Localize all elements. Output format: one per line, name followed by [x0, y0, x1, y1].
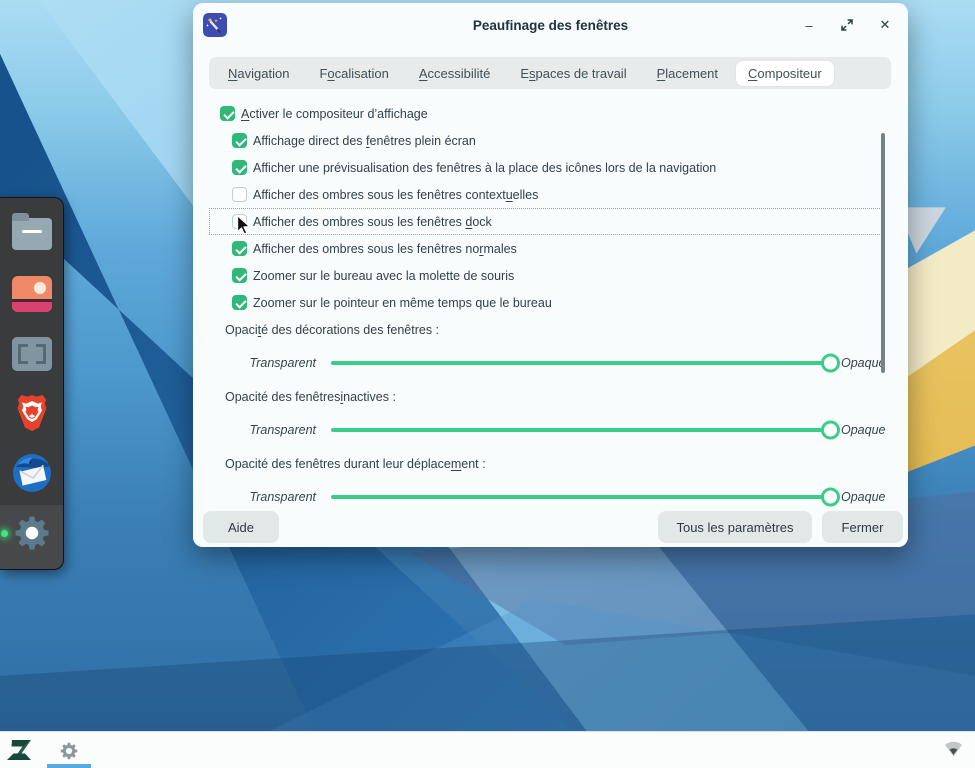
- slider-groups: Opacité des décorations des fenêtres :Tr…: [209, 316, 896, 507]
- photo-icon: [12, 276, 52, 312]
- dock: [0, 197, 64, 570]
- taskbar: [0, 731, 975, 768]
- dock-item-brave-browser[interactable]: [10, 391, 54, 435]
- tab-placement[interactable]: Placement: [645, 61, 730, 86]
- taskbar-item-settings[interactable]: [55, 738, 83, 764]
- option-label: Zoomer sur le bureau avec la molette de …: [253, 269, 514, 283]
- action-bar: Aide Tous les paramètres Fermer: [193, 507, 908, 547]
- compositor-settings-panel: Activer le compositeur d’affichage Affich…: [209, 92, 896, 507]
- opacity-group-inactive-opacity: Opacité des fenêtres inactives :Transpar…: [209, 383, 896, 450]
- slider-max-label: Opaque: [841, 423, 896, 437]
- checkbox-shadows-popup[interactable]: [232, 187, 247, 202]
- window-peaufinage-des-fenetres: Peaufinage des fenêtres – ✕ NavigationFo…: [193, 3, 908, 547]
- brave-lion-icon: [10, 391, 54, 435]
- tab-accessibilite[interactable]: Accessibilité: [407, 61, 503, 86]
- slider-min-label: Transparent: [238, 423, 316, 437]
- tab-focalisation[interactable]: Focalisation: [307, 61, 400, 86]
- screenshot-icon: [12, 337, 52, 371]
- wifi-icon[interactable]: [944, 741, 963, 758]
- opacity-group-move-opacity: Opacité des fenêtres durant leur déplace…: [209, 450, 896, 507]
- minimize-button[interactable]: –: [794, 10, 824, 40]
- vertical-scrollbar[interactable]: [881, 133, 885, 373]
- checkbox-unredirect-fullscreen[interactable]: [232, 133, 247, 148]
- option-list: Activer le compositeur d’affichage Affich…: [209, 100, 896, 316]
- dock-item-image-viewer[interactable]: [10, 272, 54, 316]
- slider-row-inactive-opacity: Transparent Opaque: [209, 410, 896, 450]
- option-row-shadows-dock[interactable]: Afficher des ombres sous les fenêtres do…: [209, 208, 884, 235]
- thunderbird-icon: [10, 451, 54, 495]
- maximize-button[interactable]: [832, 10, 862, 40]
- checkbox-enable-compositor[interactable]: [220, 106, 235, 121]
- close-dialog-button[interactable]: Fermer: [822, 511, 903, 543]
- slider-handle[interactable]: [821, 421, 840, 440]
- opacity-slider-inactive-opacity[interactable]: [331, 428, 838, 432]
- slider-min-label: Transparent: [238, 490, 316, 504]
- opacity-label-move-opacity: Opacité des fenêtres durant leur déplace…: [209, 450, 896, 477]
- folder-icon: [12, 218, 52, 250]
- dock-item-thunderbird-mail[interactable]: [10, 451, 54, 495]
- option-label: Afficher une prévisualisation des fenêtr…: [253, 161, 716, 175]
- option-row-window-previews[interactable]: Afficher une prévisualisation des fenêtr…: [209, 154, 884, 181]
- opacity-label-inactive-opacity: Opacité des fenêtres inactives :: [209, 383, 896, 410]
- tab-compositeur[interactable]: Compositeur: [736, 61, 834, 86]
- option-row-shadows-popup[interactable]: Afficher des ombres sous les fenêtres co…: [209, 181, 884, 208]
- slider-handle[interactable]: [821, 488, 840, 507]
- active-task-indicator: [47, 764, 91, 768]
- option-row-zoom-pointer[interactable]: Zoomer sur le pointeur en même temps que…: [209, 289, 884, 316]
- tab-bar: NavigationFocalisation AccessibilitéEspac…: [209, 57, 891, 89]
- titlebar[interactable]: Peaufinage des fenêtres – ✕: [193, 3, 908, 47]
- option-label: Activer le compositeur d’affichage: [241, 107, 428, 121]
- opacity-slider-decorations-opacity[interactable]: [331, 361, 838, 365]
- all-settings-button[interactable]: Tous les paramètres: [658, 511, 812, 543]
- slider-row-move-opacity: Transparent Opaque: [209, 477, 896, 507]
- tab-espaces-de-travail[interactable]: Espaces de travail: [508, 61, 638, 86]
- option-row-zoom-desktop-wheel[interactable]: Zoomer sur le bureau avec la molette de …: [209, 262, 884, 289]
- checkbox-window-previews[interactable]: [232, 160, 247, 175]
- dock-item-settings[interactable]: [10, 511, 54, 555]
- checkbox-zoom-desktop-wheel[interactable]: [232, 268, 247, 283]
- opacity-label-decorations-opacity: Opacité des décorations des fenêtres :: [209, 316, 896, 343]
- tab-navigation[interactable]: Navigation: [216, 61, 301, 86]
- z-logo-icon[interactable]: [6, 737, 34, 763]
- checkbox-shadows-normal[interactable]: [232, 241, 247, 256]
- dock-item-screenshot-tool[interactable]: [10, 332, 54, 376]
- dock-item-file-manager[interactable]: [10, 212, 54, 256]
- option-label: Afficher des ombres sous les fenêtres no…: [253, 242, 517, 256]
- option-label: Affichage direct des fenêtres plein écra…: [253, 134, 476, 148]
- running-indicator-dot: [1, 530, 8, 537]
- slider-max-label: Opaque: [841, 356, 896, 370]
- mouse-cursor: [236, 214, 253, 237]
- help-button[interactable]: Aide: [203, 511, 279, 543]
- expand-icon: [841, 19, 853, 31]
- option-row-shadows-normal[interactable]: Afficher des ombres sous les fenêtres no…: [209, 235, 884, 262]
- close-button[interactable]: ✕: [870, 10, 900, 40]
- slider-max-label: Opaque: [841, 490, 896, 504]
- slider-handle[interactable]: [821, 354, 840, 373]
- gear-icon: [58, 740, 80, 762]
- gear-icon: [10, 511, 54, 555]
- opacity-group-decorations-opacity: Opacité des décorations des fenêtres :Tr…: [209, 316, 896, 383]
- option-label: Zoomer sur le pointeur en même temps que…: [253, 296, 552, 310]
- option-row-enable-compositor[interactable]: Activer le compositeur d’affichage: [209, 100, 884, 127]
- option-label: Afficher des ombres sous les fenêtres do…: [253, 215, 492, 229]
- slider-row-decorations-opacity: Transparent Opaque: [209, 343, 896, 383]
- slider-min-label: Transparent: [238, 356, 316, 370]
- checkbox-zoom-pointer[interactable]: [232, 295, 247, 310]
- opacity-slider-move-opacity[interactable]: [331, 495, 838, 499]
- option-label: Afficher des ombres sous les fenêtres co…: [253, 188, 538, 202]
- option-row-unredirect-fullscreen[interactable]: Affichage direct des fenêtres plein écra…: [209, 127, 884, 154]
